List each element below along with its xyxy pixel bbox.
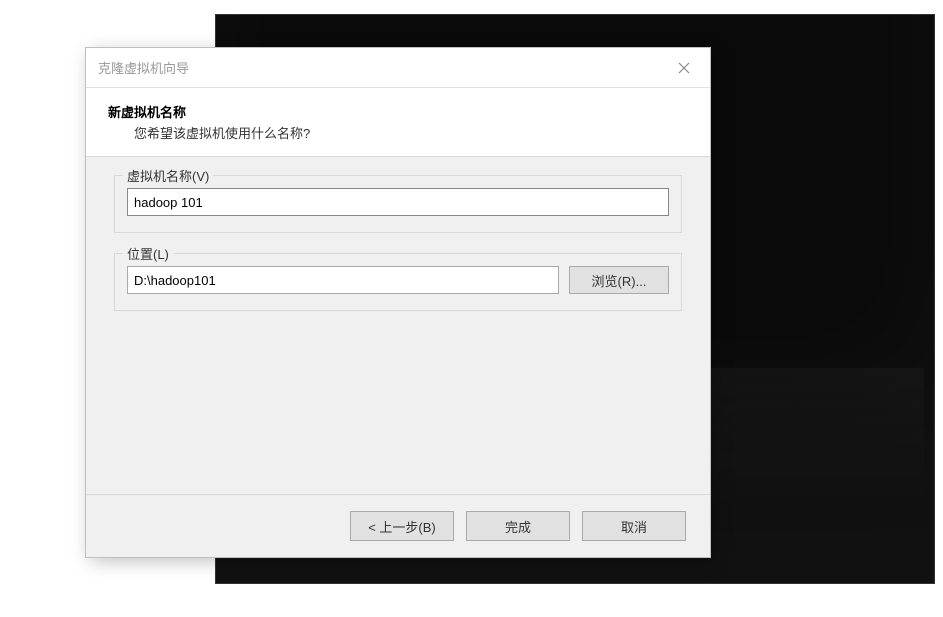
vm-name-input[interactable] [127, 188, 669, 216]
back-button[interactable]: < 上一步(B) [350, 511, 454, 541]
finish-button[interactable]: 完成 [466, 511, 570, 541]
location-label: 位置(L) [123, 244, 173, 263]
vm-name-group: 虚拟机名称(V) [114, 175, 682, 233]
header-subtitle: 您希望该虚拟机使用什么名称? [108, 123, 696, 142]
clone-vm-wizard-dialog: 克隆虚拟机向导 新虚拟机名称 您希望该虚拟机使用什么名称? 虚拟机名称(V) 位… [86, 48, 710, 557]
header-title: 新虚拟机名称 [108, 102, 696, 121]
dialog-titlebar: 克隆虚拟机向导 [86, 48, 710, 88]
location-input[interactable] [127, 266, 559, 294]
dialog-header: 新虚拟机名称 您希望该虚拟机使用什么名称? [86, 88, 710, 157]
dialog-title: 克隆虚拟机向导 [98, 58, 189, 77]
close-icon [678, 62, 690, 74]
location-row: 浏览(R)... [127, 266, 669, 294]
dialog-footer: < 上一步(B) 完成 取消 [86, 494, 710, 557]
dialog-content: 虚拟机名称(V) 位置(L) 浏览(R)... [86, 157, 710, 494]
location-group: 位置(L) 浏览(R)... [114, 253, 682, 311]
cancel-button[interactable]: 取消 [582, 511, 686, 541]
vm-name-label: 虚拟机名称(V) [123, 166, 213, 185]
close-button[interactable] [664, 48, 704, 87]
browse-button[interactable]: 浏览(R)... [569, 266, 669, 294]
